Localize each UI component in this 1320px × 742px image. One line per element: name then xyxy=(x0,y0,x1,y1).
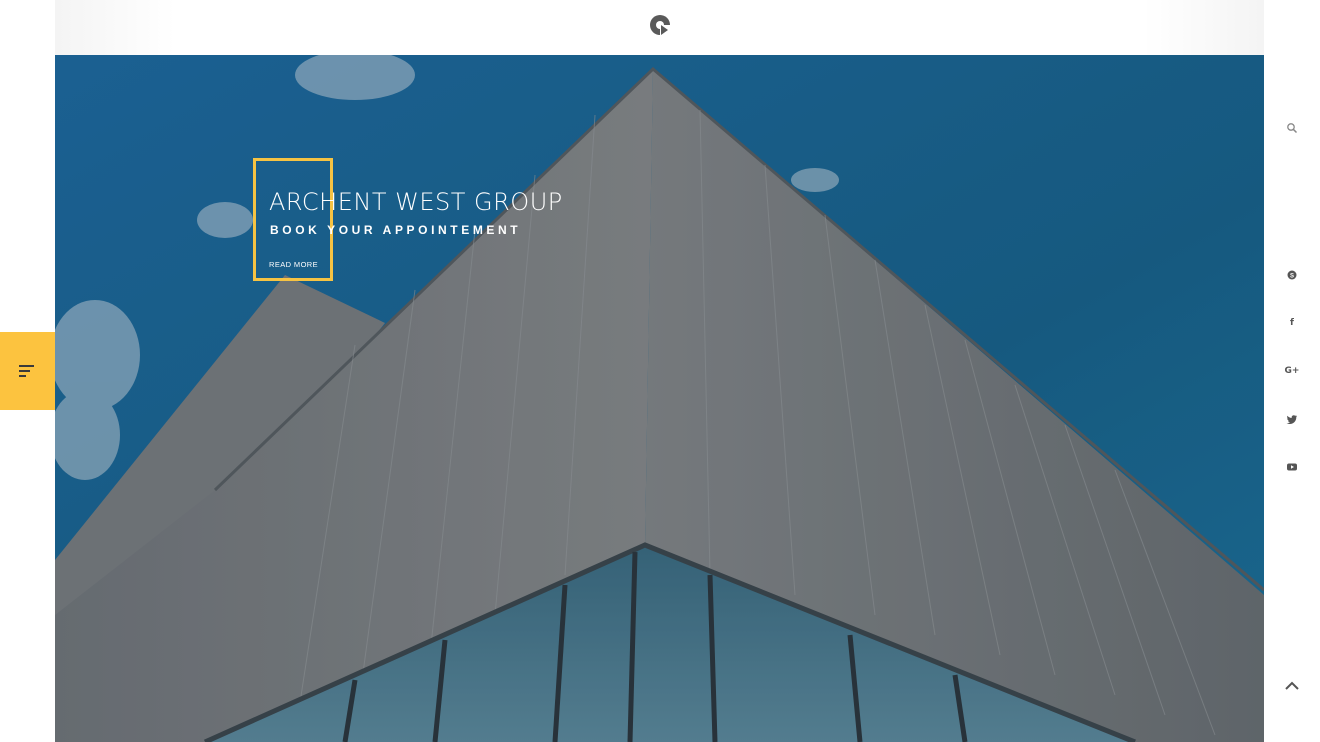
google-plus-label: G+ xyxy=(1284,366,1300,376)
facebook-icon[interactable]: f xyxy=(1285,316,1299,330)
search-icon[interactable] xyxy=(1285,121,1299,135)
menu-lines-icon xyxy=(19,365,34,377)
read-more-link[interactable]: READ MORE xyxy=(269,260,318,269)
chevron-up-icon[interactable] xyxy=(1284,678,1300,694)
skype-icon[interactable]: S xyxy=(1285,268,1299,282)
svg-text:S: S xyxy=(1290,273,1294,279)
twitter-icon[interactable] xyxy=(1285,412,1299,426)
hero-background-image xyxy=(55,55,1264,742)
header-bar xyxy=(55,0,1264,55)
facebook-label: f xyxy=(1290,318,1294,328)
hero-banner: ARCHENT WEST GROUP BOOK YOUR APPOINTEMEN… xyxy=(55,55,1264,742)
menu-toggle-button[interactable] xyxy=(0,332,55,410)
play-logo-icon[interactable] xyxy=(649,14,671,36)
google-plus-icon[interactable]: G+ xyxy=(1284,364,1300,378)
youtube-icon[interactable] xyxy=(1285,460,1299,474)
hero-title: ARCHENT WEST GROUP xyxy=(269,188,563,216)
hero-subtitle: BOOK YOUR APPOINTEMENT xyxy=(270,223,522,237)
